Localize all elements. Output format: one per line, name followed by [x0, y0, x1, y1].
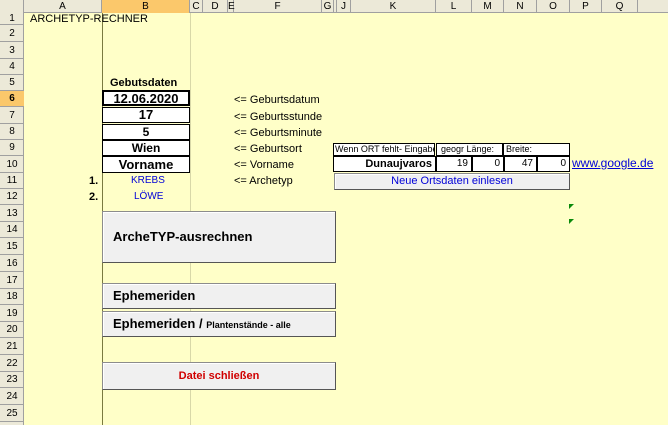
- ephemerides-all-button[interactable]: Ephemeriden / Plantenstände - alle: [102, 311, 336, 337]
- birth-place-input[interactable]: Wien: [102, 140, 190, 156]
- hint-archetype: <= Archetyp: [234, 175, 293, 187]
- row-7-header[interactable]: 7: [0, 107, 24, 124]
- col-n-header[interactable]: N: [504, 0, 537, 13]
- result-2-archetype: LÖWE: [134, 191, 164, 202]
- row-6-header[interactable]: 6: [0, 91, 24, 107]
- row-22-header[interactable]: 22: [0, 355, 24, 372]
- col-b-header[interactable]: B: [102, 0, 190, 13]
- hint-birth-place: <= Geburtsort: [234, 143, 302, 155]
- row-8-header[interactable]: 8: [0, 124, 24, 140]
- row-15-header[interactable]: 15: [0, 238, 24, 255]
- col-l-header[interactable]: L: [436, 0, 472, 13]
- col-d-header[interactable]: D: [203, 0, 228, 13]
- column-header-bar: A B C D E F G J K L M N O P Q: [0, 0, 668, 13]
- birth-minute-input[interactable]: 5: [102, 124, 190, 140]
- close-file-button[interactable]: Datei schließen: [102, 362, 336, 390]
- hint-birthdate: <= Geburtsdatum: [234, 94, 320, 106]
- ephemerides-all-main-label: Ephemeriden /: [113, 316, 207, 331]
- row-11-header[interactable]: 11: [0, 173, 24, 189]
- hint-firstname: <= Vorname: [234, 159, 294, 171]
- row-16-header[interactable]: 16: [0, 255, 24, 272]
- col-a-header[interactable]: A: [24, 0, 102, 13]
- col-m-header[interactable]: M: [472, 0, 504, 13]
- result-2-number: 2.: [89, 191, 99, 203]
- calculate-archetype-button[interactable]: ArcheTYP-ausrechnen: [102, 211, 336, 263]
- birth-hour-input[interactable]: 17: [102, 107, 190, 123]
- latitude-degrees-field[interactable]: 47: [504, 156, 537, 172]
- longitude-minutes-field[interactable]: 0: [472, 156, 504, 172]
- col-g-header[interactable]: G: [322, 0, 334, 13]
- row-2-header[interactable]: 2: [0, 25, 24, 42]
- hint-birth-minute: <= Geburtsminute: [234, 127, 323, 139]
- result-1-number: 1.: [89, 175, 99, 187]
- row-5-header[interactable]: 5: [0, 75, 24, 91]
- row-10-header[interactable]: 10: [0, 156, 24, 173]
- birthdate-input[interactable]: 12.06.2020: [102, 90, 190, 106]
- comment-indicator-icon: [569, 204, 574, 209]
- row-12-header[interactable]: 12: [0, 189, 24, 205]
- col-q-header[interactable]: Q: [602, 0, 638, 13]
- row-23-header[interactable]: 23: [0, 372, 24, 388]
- row-4-header[interactable]: 4: [0, 59, 24, 75]
- latitude-minutes-field[interactable]: 0: [537, 156, 570, 172]
- col-f-header[interactable]: F: [234, 0, 322, 13]
- hint-birth-hour: <= Geburtsstunde: [234, 111, 323, 123]
- row-25-header[interactable]: 25: [0, 405, 24, 422]
- row-19-header[interactable]: 19: [0, 305, 24, 322]
- select-all-corner[interactable]: [0, 0, 24, 13]
- birth-data-header: Gebutsdaten: [110, 77, 178, 89]
- latitude-label: Breite:: [503, 143, 570, 156]
- col-o-header[interactable]: O: [537, 0, 570, 13]
- result-1-archetype: KREBS: [131, 175, 165, 186]
- longitude-label: geogr Länge:: [436, 143, 503, 156]
- missing-place-label: Wenn ORT fehlt- Eingabe: [333, 143, 435, 156]
- col-j-header[interactable]: J: [337, 0, 351, 13]
- ephemerides-button[interactable]: Ephemeriden: [102, 283, 336, 309]
- row-3-header[interactable]: 3: [0, 42, 24, 59]
- row-21-header[interactable]: 21: [0, 338, 24, 355]
- firstname-input[interactable]: Vorname: [102, 156, 190, 173]
- row-9-header[interactable]: 9: [0, 140, 24, 156]
- sheet-title: ARCHETYP-RECHNER: [30, 13, 148, 25]
- location-place-field[interactable]: Dunaujvaros: [333, 156, 436, 172]
- row-24-header[interactable]: 24: [0, 388, 24, 405]
- row-header-bar: 1 2 3 4 5 6 7 8 9 10 11 12 13 14 15 16 1…: [0, 13, 24, 425]
- row-1-header[interactable]: 1: [0, 13, 24, 25]
- row-20-header[interactable]: 20: [0, 322, 24, 338]
- longitude-degrees-field[interactable]: 19: [436, 156, 472, 172]
- row-17-header[interactable]: 17: [0, 272, 24, 289]
- col-p-header[interactable]: P: [570, 0, 602, 13]
- row-14-header[interactable]: 14: [0, 222, 24, 238]
- row-13-header[interactable]: 13: [0, 205, 24, 222]
- col-c-header[interactable]: C: [190, 0, 203, 13]
- col-k-header[interactable]: K: [351, 0, 436, 13]
- row-18-header[interactable]: 18: [0, 289, 24, 305]
- comment-indicator-icon: [569, 219, 574, 224]
- ephemerides-all-sub-label: Plantenstände - alle: [206, 320, 291, 330]
- google-link[interactable]: www.google.de: [572, 156, 653, 170]
- load-location-button[interactable]: Neue Ortsdaten einlesen: [334, 173, 570, 190]
